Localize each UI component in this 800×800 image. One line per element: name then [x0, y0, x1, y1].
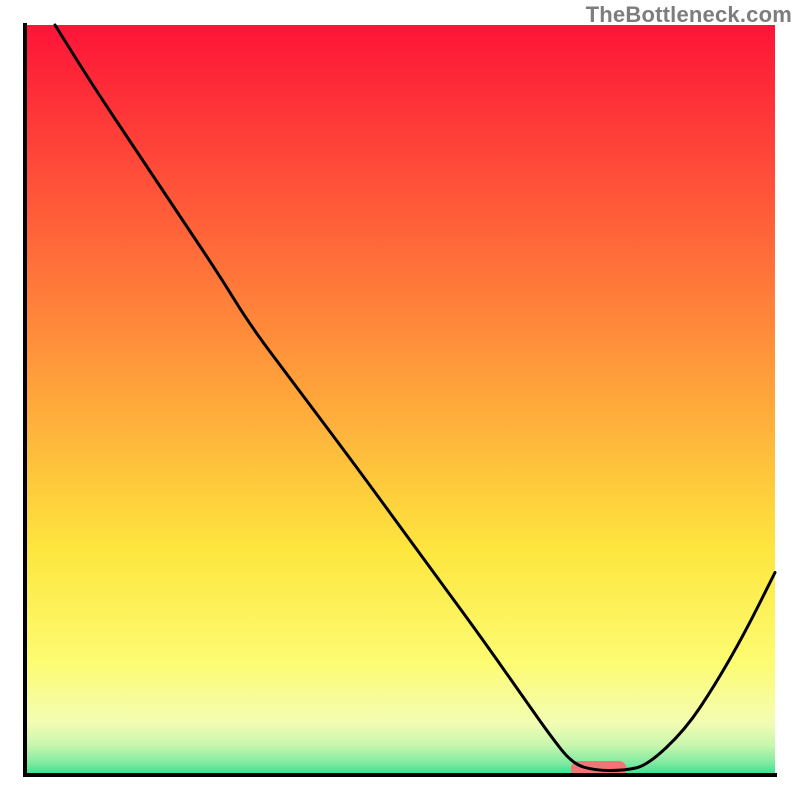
- gradient-background: [25, 25, 775, 775]
- chart-svg: [0, 0, 800, 800]
- chart-container: TheBottleneck.com: [0, 0, 800, 800]
- watermark-text: TheBottleneck.com: [586, 2, 792, 28]
